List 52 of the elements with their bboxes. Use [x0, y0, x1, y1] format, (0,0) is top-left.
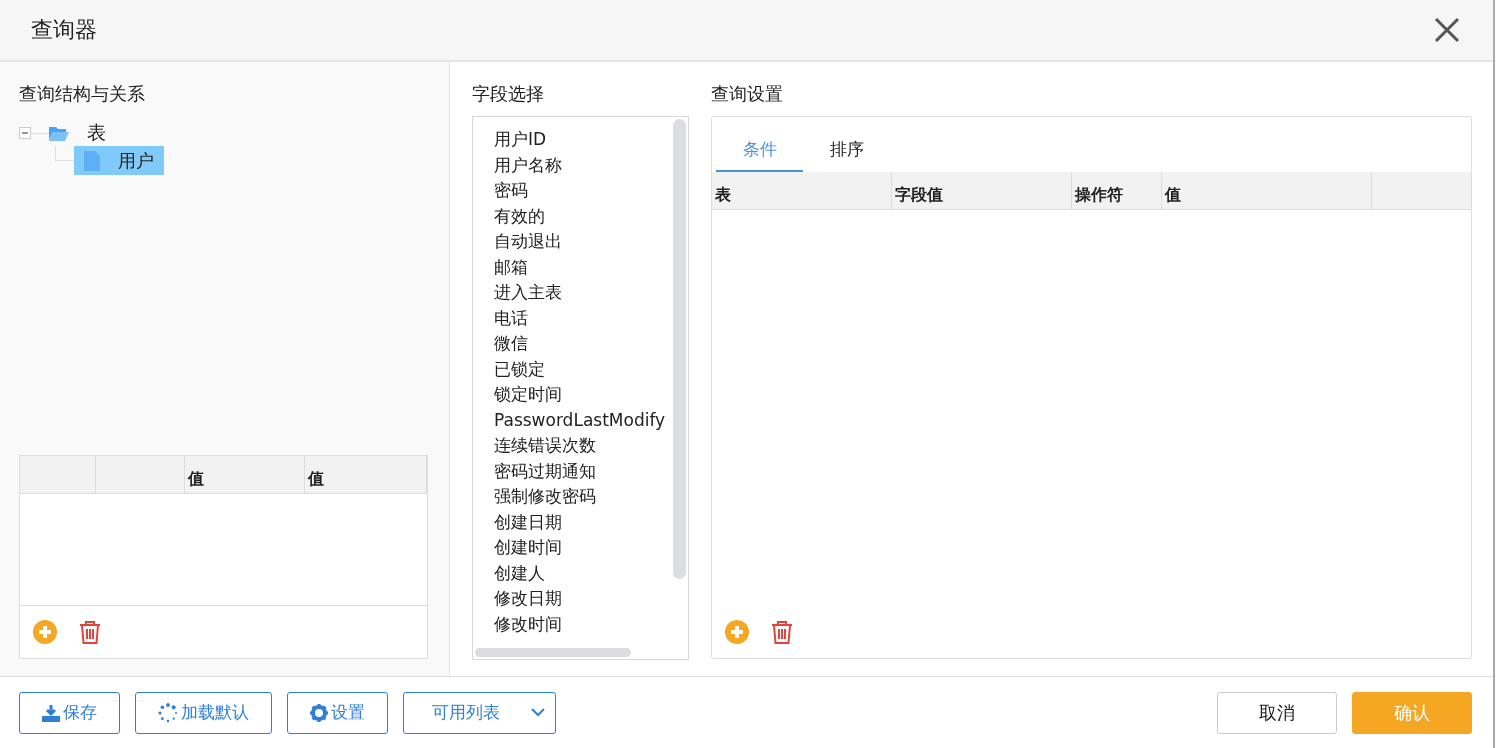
toolbar-button[interactable]: 设置 [287, 691, 388, 734]
close-icon[interactable] [1434, 17, 1460, 43]
list-item[interactable]: 强制修改密码 [494, 484, 688, 510]
section-title: 字段选择 [472, 82, 545, 106]
list-item[interactable]: 已锁定 [494, 356, 688, 382]
add-icon[interactable] [33, 620, 57, 644]
list-item[interactable]: 微信 [494, 331, 688, 357]
tree-item[interactable]: 用户 [74, 146, 164, 175]
scrollbar[interactable] [475, 648, 631, 657]
add-icon[interactable] [725, 620, 749, 644]
section-title: 查询设置 [711, 82, 784, 106]
window-title: 查询器 [31, 16, 97, 44]
list-item[interactable]: 修改日期 [494, 586, 688, 612]
list-item[interactable]: 创建时间 [494, 535, 688, 561]
gear-icon [310, 703, 328, 722]
column-header: 操作符 [1072, 172, 1162, 209]
list-item[interactable]: 修改时间 [494, 611, 688, 637]
collapse-toggle[interactable] [19, 127, 31, 139]
caret-icon [531, 708, 545, 717]
list-item[interactable]: 锁定时间 [494, 382, 688, 408]
trash-icon[interactable] [771, 620, 793, 644]
list-item[interactable]: 有效的 [494, 203, 688, 229]
list-item[interactable]: 密码 [494, 178, 688, 204]
column-header: 字段值 [892, 172, 1072, 209]
list-item[interactable]: 密码过期通知 [494, 458, 688, 484]
column-header: 值 [1162, 172, 1372, 209]
trash-icon[interactable] [79, 620, 101, 644]
column-header: 表 [712, 172, 892, 209]
file-icon [84, 150, 100, 171]
column-header: 值 [304, 456, 427, 493]
scrollbar[interactable] [673, 119, 686, 579]
toolbar-button[interactable]: 加载默认 [135, 691, 272, 734]
tab[interactable]: 排序 [803, 129, 890, 172]
tree-item[interactable]: 表 [83, 120, 110, 146]
list-item[interactable]: 用户ID [494, 127, 688, 153]
folder-icon [49, 125, 69, 141]
dropdown-button[interactable]: 可用列表 [403, 691, 556, 734]
list-item[interactable]: PasswordLastModify [494, 407, 688, 433]
toolbar-button[interactable]: 保存 [19, 691, 120, 734]
list-item[interactable]: 创建日期 [494, 509, 688, 535]
list-item[interactable]: 连续错误次数 [494, 433, 688, 459]
list-item[interactable]: 用户名称 [494, 152, 688, 178]
spinner-icon [158, 702, 178, 723]
list-item[interactable]: 电话 [494, 305, 688, 331]
list-item[interactable]: 创建人 [494, 560, 688, 586]
cancel-button[interactable]: 取消 [1217, 691, 1337, 734]
list-item[interactable]: 自动退出 [494, 229, 688, 255]
list-item[interactable]: 进入主表 [494, 280, 688, 306]
column-header: 值 [185, 456, 305, 493]
section-title: 查询结构与关系 [19, 82, 146, 106]
list-item[interactable]: 邮箱 [494, 254, 688, 280]
download-icon [42, 703, 60, 722]
